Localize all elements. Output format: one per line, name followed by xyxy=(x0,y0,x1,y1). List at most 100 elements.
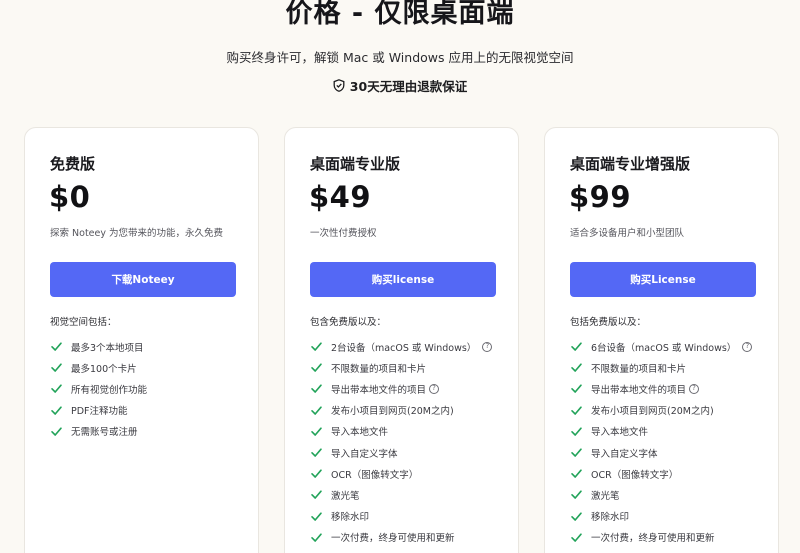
check-icon xyxy=(50,382,63,395)
feature-label: 无需账号或注册 xyxy=(71,427,138,439)
feature-item: 一次付费，终身可使用和更新 xyxy=(310,527,492,548)
feature-item: 导入自定义字体 xyxy=(570,442,752,463)
feature-label: 导入本地文件 xyxy=(331,427,389,439)
feature-item: OCR（图像转文字） xyxy=(570,463,752,484)
plan-card-free: 免费版 $0 探索 Noteey 为您带来的功能，永久免费 下载Noteey 视… xyxy=(24,127,259,553)
feature-item: 发布小项目到网页(20M之内) xyxy=(570,400,752,421)
plan-name: 桌面端专业增强版 xyxy=(570,155,691,173)
plan-price: $0 xyxy=(49,180,91,214)
feature-item: 导入本地文件 xyxy=(570,421,752,442)
feature-item: 最多3个本地项目 xyxy=(50,336,147,357)
feature-label: 移除水印 xyxy=(591,512,630,524)
check-icon xyxy=(570,361,583,374)
check-icon xyxy=(310,340,323,353)
feature-label: 一次付费，终身可使用和更新 xyxy=(591,533,715,545)
feature-item: 不限数量的项目和卡片 xyxy=(310,357,492,378)
download-button[interactable]: 下载Noteey xyxy=(50,262,236,297)
check-icon xyxy=(310,404,323,417)
check-icon xyxy=(310,361,323,374)
check-icon xyxy=(570,510,583,523)
feature-item: 一次付费，终身可使用和更新 xyxy=(570,527,752,548)
plan-name: 免费版 xyxy=(50,155,96,173)
feature-item: 导出带本地文件的项目? xyxy=(310,378,492,399)
check-icon xyxy=(310,531,323,544)
refund-guarantee: 30天无理由退款保证 xyxy=(0,76,800,95)
pricing-page: 价格 - 仅限桌面端 购买终身许可，解锁 Mac 或 Windows 应用上的无… xyxy=(0,0,800,553)
feature-label: 导入自定义字体 xyxy=(591,448,658,460)
feature-label: 移除水印 xyxy=(331,512,370,524)
plan-includes-label: 包含免费版以及： xyxy=(310,317,387,328)
feature-label: 最多3个本地项目 xyxy=(71,342,144,354)
check-icon xyxy=(570,446,583,459)
feature-label: 激光笔 xyxy=(591,490,620,502)
feature-item: 激光笔 xyxy=(570,484,752,505)
feature-item: 导出带本地文件的项目? xyxy=(570,378,752,399)
buy-license-button[interactable]: 购买license xyxy=(310,262,496,297)
feature-label: 最多100个卡片 xyxy=(71,363,137,375)
feature-item: 导入自定义字体 xyxy=(310,442,492,463)
feature-label: 一次付费，终身可使用和更新 xyxy=(331,533,455,545)
feature-list: 6台设备（macOS 或 Windows）? 不限数量的项目和卡片 导出带本地文件的… xyxy=(570,336,753,548)
question-circle-icon[interactable]: ? xyxy=(689,383,700,394)
feature-item: OCR（图像转文字） xyxy=(310,463,492,484)
plan-price: $49 xyxy=(309,180,372,214)
check-icon xyxy=(570,404,583,417)
feature-label: 不限数量的项目和卡片 xyxy=(591,363,687,375)
shield-check-icon xyxy=(333,79,345,92)
check-icon xyxy=(50,361,63,374)
check-icon xyxy=(310,488,323,501)
feature-label: 2台设备（macOS 或 Windows） xyxy=(331,342,477,354)
feature-label: 导出带本地文件的项目 xyxy=(591,384,687,396)
plan-includes-label: 包括免费版以及： xyxy=(570,317,647,328)
check-icon xyxy=(310,425,323,438)
question-circle-icon[interactable]: ? xyxy=(429,383,440,394)
feature-label: 激光笔 xyxy=(331,490,360,502)
check-icon xyxy=(310,382,323,395)
feature-list: 2台设备（macOS 或 Windows）? 不限数量的项目和卡片 导出带本地文件的… xyxy=(310,336,493,548)
question-circle-icon[interactable]: ? xyxy=(742,341,753,352)
check-icon xyxy=(570,531,583,544)
feature-item: 最多100个卡片 xyxy=(50,357,147,378)
check-icon xyxy=(310,467,323,480)
check-icon xyxy=(570,488,583,501)
feature-item: 发布小项目到网页(20M之内) xyxy=(310,400,492,421)
feature-item: 激光笔 xyxy=(310,484,492,505)
check-icon xyxy=(50,404,63,417)
feature-item: PDF注释功能 xyxy=(50,400,147,421)
plan-card-pro: 桌面端专业版 $49 一次性付费授权 购买license 包含免费版以及： 2台… xyxy=(284,127,519,553)
feature-item: 所有视觉创作功能 xyxy=(50,378,147,399)
feature-label: 6台设备（macOS 或 Windows） xyxy=(591,342,737,354)
feature-label: PDF注释功能 xyxy=(71,406,128,418)
check-icon xyxy=(50,425,63,438)
guarantee-text: 30天无理由退款保证 xyxy=(349,79,468,94)
plan-includes-label: 视觉空间包括： xyxy=(50,317,117,328)
feature-item: 6台设备（macOS 或 Windows）? xyxy=(570,336,753,357)
plan-description: 适合多设备用户和小型团队 xyxy=(570,228,685,239)
page-subtitle: 购买终身许可，解锁 Mac 或 Windows 应用上的无限视觉空间 xyxy=(226,50,574,65)
feature-item: 无需账号或注册 xyxy=(50,421,147,442)
feature-item: 不限数量的项目和卡片 xyxy=(570,357,752,378)
check-icon xyxy=(570,340,583,353)
feature-label: 所有视觉创作功能 xyxy=(71,384,148,396)
check-icon xyxy=(310,446,323,459)
feature-item: 导入本地文件 xyxy=(310,421,492,442)
check-icon xyxy=(50,340,63,353)
feature-label: 发布小项目到网页(20M之内) xyxy=(591,406,714,418)
question-circle-icon[interactable]: ? xyxy=(482,341,493,352)
plan-price: $99 xyxy=(569,180,632,214)
feature-item: 移除水印 xyxy=(310,506,492,527)
buy-license-button[interactable]: 购买License xyxy=(570,262,756,297)
feature-item: 移除水印 xyxy=(570,506,752,527)
plan-name: 桌面端专业版 xyxy=(310,155,401,173)
plan-description: 一次性付费授权 xyxy=(310,228,377,239)
plan-description: 探索 Noteey 为您带来的功能，永久免费 xyxy=(50,228,223,239)
feature-label: 发布小项目到网页(20M之内) xyxy=(331,406,454,418)
feature-label: OCR（图像转文字） xyxy=(331,469,419,481)
page-title: 价格 - 仅限桌面端 xyxy=(285,0,515,29)
check-icon xyxy=(570,425,583,438)
feature-label: 导入本地文件 xyxy=(591,427,649,439)
feature-label: 导出带本地文件的项目 xyxy=(331,384,427,396)
check-icon xyxy=(570,467,583,480)
feature-label: 导入自定义字体 xyxy=(331,448,398,460)
check-icon xyxy=(310,510,323,523)
